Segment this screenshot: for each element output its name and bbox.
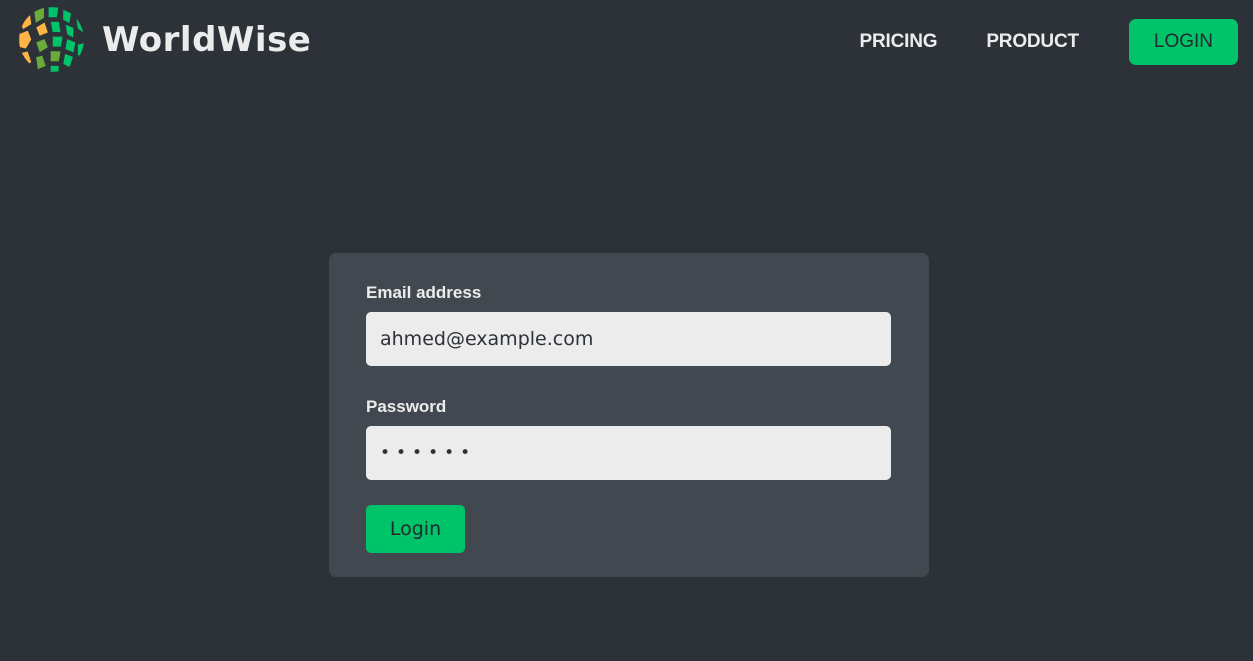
- brand-name: WorldWise: [102, 19, 312, 60]
- nav-login-button[interactable]: LOGIN: [1128, 19, 1238, 65]
- nav-link-product[interactable]: PRODUCT: [986, 31, 1079, 53]
- brand-logo-link[interactable]: WorldWise: [18, 6, 311, 73]
- password-input[interactable]: [366, 426, 891, 480]
- login-submit-button[interactable]: Login: [366, 505, 465, 553]
- email-label: Email address: [366, 283, 482, 302]
- email-input[interactable]: [366, 312, 891, 366]
- navbar: WorldWise PRICING PRODUCT LOGIN: [0, 0, 1253, 84]
- login-form: Email address Password Login: [329, 253, 929, 577]
- nav-links: PRICING PRODUCT LOGIN: [860, 19, 1238, 65]
- password-label: Password: [366, 397, 447, 416]
- globe-logo-icon: [18, 6, 85, 73]
- email-row: Email address: [366, 283, 892, 366]
- nav-link-pricing[interactable]: PRICING: [860, 31, 938, 53]
- password-row: Password: [366, 397, 892, 480]
